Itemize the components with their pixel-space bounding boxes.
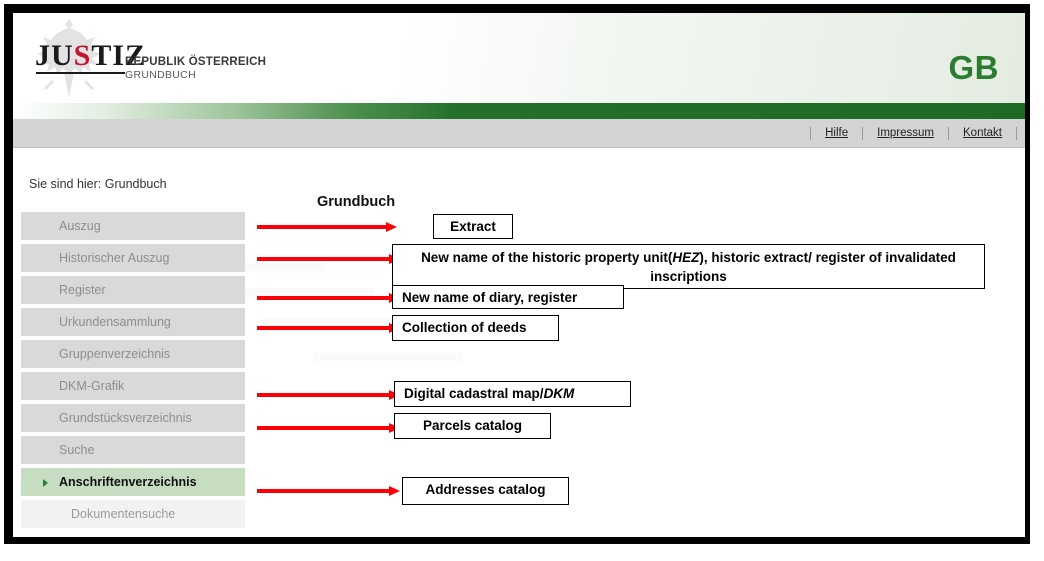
page-content: Sie sind hier: Grundbuch Grundbuch Auszu… [13, 148, 1025, 537]
header-title: REPUBLIK ÖSTERREICH GRUNDBUCH [125, 55, 266, 82]
arrow-shaft [257, 225, 387, 229]
sidebar-item-label: Register [59, 283, 106, 297]
callout-historic-part1: New name of the historic property unit( [421, 250, 673, 265]
sidebar-item-register[interactable]: Register [21, 276, 245, 304]
sidebar-item-urkundensammlung[interactable]: Urkundensammlung [21, 308, 245, 336]
annotation-arrow-diary [257, 293, 400, 303]
annotation-arrow-addresses [257, 486, 400, 496]
sidebar-item-gruppenverzeichnis[interactable]: Gruppenverzeichnis [21, 340, 245, 368]
breadcrumb: Sie sind hier: Grundbuch [29, 177, 167, 191]
sidebar-item-label: Anschriftenverzeichnis [59, 475, 197, 489]
utility-link-bar: Hilfe Impressum Kontakt [13, 119, 1025, 148]
gb-brand-mark: GB [948, 49, 999, 86]
sidebar-item-label: Auszug [59, 219, 101, 233]
page-title: Grundbuch [317, 194, 396, 210]
sidebar-item-label: Dokumentensuche [71, 507, 176, 521]
callout-deeds: Collection of deeds [392, 315, 559, 341]
link-kontakt[interactable]: Kontakt [949, 127, 1016, 139]
sidebar-item-label: Urkundensammlung [59, 315, 171, 329]
callout-dkm-part1: Digital cadastral map/ [404, 386, 544, 401]
arrow-shaft [257, 326, 390, 330]
callout-diary: New name of diary, register [392, 285, 624, 309]
callout-historic-italic: HEZ [672, 250, 700, 265]
header-title-line2: GRUNDBUCH [125, 69, 196, 81]
link-separator [1016, 126, 1017, 140]
arrow-shaft [257, 257, 390, 261]
site-header: JUSTIZ REPUBLIK ÖSTERREICH GRUNDBUCH GB [13, 13, 1025, 103]
arrow-shaft [257, 393, 390, 397]
sidebar-item-dokumentensuche[interactable]: Dokumentensuche [21, 500, 245, 528]
sidebar-item-suche[interactable]: Suche [21, 436, 245, 464]
annotation-arrow-deeds [257, 323, 400, 333]
link-impressum[interactable]: Impressum [863, 127, 948, 139]
arrow-shaft [257, 489, 390, 493]
justiz-logo: JUSTIZ [35, 39, 145, 73]
sidebar-item-label: Suche [59, 443, 95, 457]
outer-black-frame: JUSTIZ REPUBLIK ÖSTERREICH GRUNDBUCH GB … [4, 4, 1030, 544]
callout-dkm-italic: DKM [543, 386, 575, 401]
sidebar-item-grundstuecksverzeichnis[interactable]: Grundstücksverzeichnis [21, 404, 245, 432]
sidebar-nav: Auszug Historischer Auszug Register Urku… [21, 212, 245, 532]
arrow-head-icon [386, 222, 397, 232]
logo-text-s: S [73, 39, 92, 72]
sidebar-item-label: DKM-Grafik [59, 379, 125, 393]
callout-parcels: Parcels catalog [394, 413, 551, 439]
chevron-right-icon [43, 479, 48, 487]
arrow-head-icon [389, 486, 400, 496]
sidebar-item-label: Grundstücksverzeichnis [59, 411, 192, 425]
callout-dkm: Digital cadastral map/DKM [394, 381, 631, 407]
header-title-line1: REPUBLIK ÖSTERREICH [125, 56, 267, 68]
logo-text-pre: JU [35, 39, 74, 72]
sidebar-item-label: Historischer Auszug [59, 251, 170, 265]
utility-links: Hilfe Impressum Kontakt [810, 119, 1017, 147]
link-hilfe[interactable]: Hilfe [811, 127, 862, 139]
background-artifact [313, 353, 463, 361]
sidebar-item-historischer-auszug[interactable]: Historischer Auszug [21, 244, 245, 272]
annotation-arrow-parcels [257, 423, 400, 433]
sidebar-item-dkm-grafik[interactable]: DKM-Grafik [21, 372, 245, 400]
annotation-arrow-extract [257, 222, 397, 232]
callout-extract: Extract [433, 214, 513, 239]
sidebar-item-anschriftenverzeichnis[interactable]: Anschriftenverzeichnis [21, 468, 245, 496]
annotation-arrow-dkm [257, 390, 400, 400]
arrow-shaft [257, 426, 390, 430]
green-gradient-bar [13, 103, 1025, 119]
browser-page: JUSTIZ REPUBLIK ÖSTERREICH GRUNDBUCH GB … [13, 13, 1025, 537]
sidebar-item-auszug[interactable]: Auszug [21, 212, 245, 240]
arrow-shaft [257, 296, 390, 300]
annotation-arrow-historic [257, 254, 400, 264]
callout-historic: New name of the historic property unit(H… [392, 244, 985, 289]
sidebar-item-label: Gruppenverzeichnis [59, 347, 171, 361]
callout-addresses: Addresses catalog [402, 477, 569, 505]
logo-underline [36, 72, 125, 74]
